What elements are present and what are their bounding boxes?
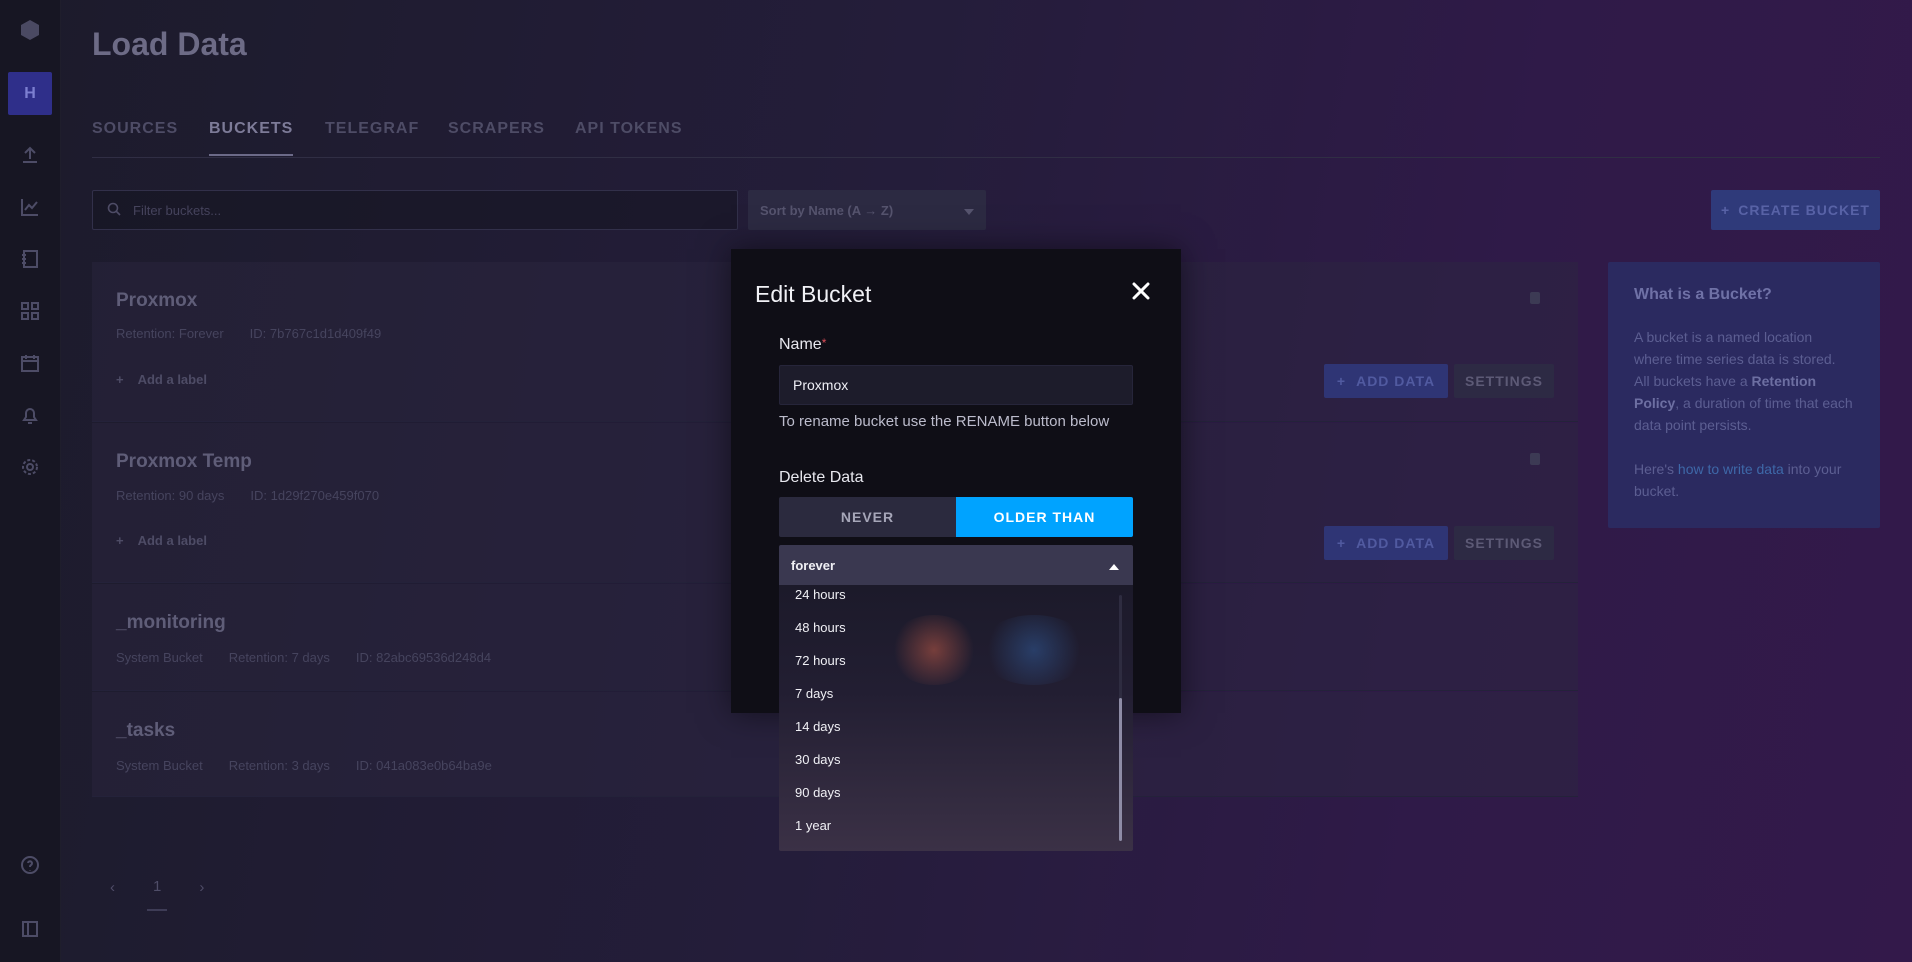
delete-data-label: Delete Data <box>779 469 864 486</box>
tab-sources[interactable]: SOURCES <box>92 120 178 138</box>
bucket-retention: Retention: 7 days <box>228 650 330 665</box>
required-mark: * <box>821 336 827 350</box>
plus-icon: + <box>1336 535 1347 551</box>
modal-title: Edit Bucket <box>755 281 872 307</box>
caret-up-icon <box>1109 558 1119 573</box>
sort-dropdown[interactable]: Sort by Name (A → Z) <box>748 190 986 230</box>
page-number-current[interactable]: 1 <box>147 878 168 911</box>
create-bucket-button[interactable]: + CREATE BUCKET <box>1711 190 1880 230</box>
bucket-name[interactable]: Proxmox <box>116 290 197 312</box>
pagination: ‹ 1 › <box>110 864 204 911</box>
tab-api-tokens[interactable]: API TOKENS <box>575 120 683 138</box>
tab-buckets[interactable]: BUCKETS <box>209 120 294 156</box>
add-data-button[interactable]: + ADD DATA <box>1324 526 1448 560</box>
retention-option[interactable]: 48 hours <box>795 620 846 635</box>
scrollbar-thumb[interactable] <box>1119 698 1122 841</box>
add-label-text: Add a label <box>137 533 207 548</box>
prev-page-icon[interactable]: ‹ <box>110 879 115 896</box>
search-icon <box>107 202 121 219</box>
bucket-id: ID: 7b767c1d1d409f49 <box>249 326 382 341</box>
retention-option[interactable]: 30 days <box>795 752 841 767</box>
sidebar: H <box>0 0 61 962</box>
influxdb-logo-icon[interactable] <box>19 19 41 41</box>
bucket-id: ID: 041a083e0b64ba9e <box>355 758 492 773</box>
sort-label: Sort by Name (A → Z) <box>760 202 894 218</box>
add-label-text: Add a label <box>137 372 207 387</box>
next-page-icon[interactable]: › <box>199 879 204 896</box>
retention-option[interactable]: 7 days <box>795 686 833 701</box>
settings-button[interactable]: SETTINGS <box>1454 526 1554 560</box>
bucket-meta: System Bucket Retention: 3 days ID: 041a… <box>116 758 492 773</box>
filter-buckets-input[interactable]: Filter buckets... <box>92 190 738 230</box>
menu-blur-glow <box>979 615 1089 685</box>
menu-blur-glow <box>889 615 979 685</box>
info-text: Here's <box>1634 461 1678 477</box>
bucket-retention: Retention: 3 days <box>228 758 330 773</box>
delete-data-toggle: NEVER OLDER THAN <box>779 497 1133 537</box>
add-data-label: ADD DATA <box>1356 535 1436 551</box>
retention-option[interactable]: 90 days <box>795 785 841 800</box>
bucket-type: System Bucket <box>116 758 203 773</box>
bucket-id: ID: 1d29f270e459f070 <box>250 488 380 503</box>
retention-option[interactable]: 14 days <box>795 719 841 734</box>
plus-icon: + <box>116 372 124 387</box>
add-label-link[interactable]: + Add a label <box>116 372 207 387</box>
upload-icon[interactable] <box>19 144 41 166</box>
collapse-sidebar-icon[interactable] <box>19 918 41 940</box>
plus-icon: + <box>1721 202 1731 218</box>
tab-telegraf[interactable]: TELEGRAF <box>325 120 419 138</box>
bucket-type: System Bucket <box>116 650 203 665</box>
bucket-name[interactable]: _monitoring <box>116 612 226 634</box>
alerts-bell-icon[interactable] <box>19 404 41 426</box>
bucket-meta: Retention: Forever ID: 7b767c1d1d409f49 <box>116 326 381 341</box>
plus-icon: + <box>1336 373 1347 389</box>
info-paragraph-1: A bucket is a named location where time … <box>1634 326 1854 436</box>
bucket-name[interactable]: Proxmox Temp <box>116 451 252 473</box>
lock-icon <box>1530 453 1540 465</box>
info-heading: What is a Bucket? <box>1634 286 1772 303</box>
data-explorer-icon[interactable] <box>19 196 41 218</box>
create-bucket-label: CREATE BUCKET <box>1738 202 1870 218</box>
notebook-icon[interactable] <box>19 248 41 270</box>
bucket-name-input[interactable]: Proxmox <box>779 365 1133 405</box>
org-avatar[interactable]: H <box>8 72 52 115</box>
info-paragraph-2: Here's how to write data into your bucke… <box>1634 458 1854 502</box>
retention-dropdown[interactable]: forever <box>779 545 1133 585</box>
settings-button[interactable]: SETTINGS <box>1454 364 1554 398</box>
tab-bar: SOURCES BUCKETS TELEGRAF SCRAPERS API TO… <box>92 118 1880 158</box>
bucket-id: ID: 82abc69536d248d4 <box>355 650 492 665</box>
retention-option[interactable]: 24 hours <box>795 587 846 602</box>
bucket-retention: Retention: Forever <box>116 326 224 341</box>
caret-down-icon <box>964 203 974 218</box>
name-field-label: Name* <box>779 336 826 354</box>
retention-option[interactable]: 1 year <box>795 818 831 833</box>
bucket-retention: Retention: 90 days <box>116 488 225 503</box>
help-icon[interactable] <box>19 854 41 876</box>
older-than-toggle-button[interactable]: OLDER THAN <box>956 497 1133 537</box>
add-data-button[interactable]: + ADD DATA <box>1324 364 1448 398</box>
write-data-link[interactable]: how to write data <box>1678 461 1784 477</box>
tab-scrapers[interactable]: SCRAPERS <box>448 120 545 138</box>
name-label-text: Name <box>779 336 822 353</box>
retention-selected-value: forever <box>791 557 836 573</box>
bucket-meta: System Bucket Retention: 7 days ID: 82ab… <box>116 650 491 665</box>
bucket-meta: Retention: 90 days ID: 1d29f270e459f070 <box>116 488 379 503</box>
rename-help-text: To rename bucket use the RENAME button b… <box>779 413 1110 430</box>
never-toggle-button[interactable]: NEVER <box>779 497 956 537</box>
filter-placeholder: Filter buckets... <box>133 202 222 218</box>
plus-icon: + <box>116 533 124 548</box>
close-icon[interactable] <box>1129 279 1153 303</box>
page-title: Load Data <box>92 26 247 62</box>
add-data-label: ADD DATA <box>1356 373 1436 389</box>
settings-gear-icon[interactable] <box>19 456 41 478</box>
what-is-bucket-panel: What is a Bucket? A bucket is a named lo… <box>1608 262 1880 528</box>
tasks-calendar-icon[interactable] <box>19 352 41 374</box>
retention-options-menu: 24 hours 48 hours 72 hours 7 days 14 day… <box>779 585 1133 851</box>
dashboards-icon[interactable] <box>19 300 41 322</box>
retention-option[interactable]: 72 hours <box>795 653 846 668</box>
lock-icon <box>1530 292 1540 304</box>
bucket-name[interactable]: _tasks <box>116 720 175 742</box>
add-label-link[interactable]: + Add a label <box>116 533 207 548</box>
